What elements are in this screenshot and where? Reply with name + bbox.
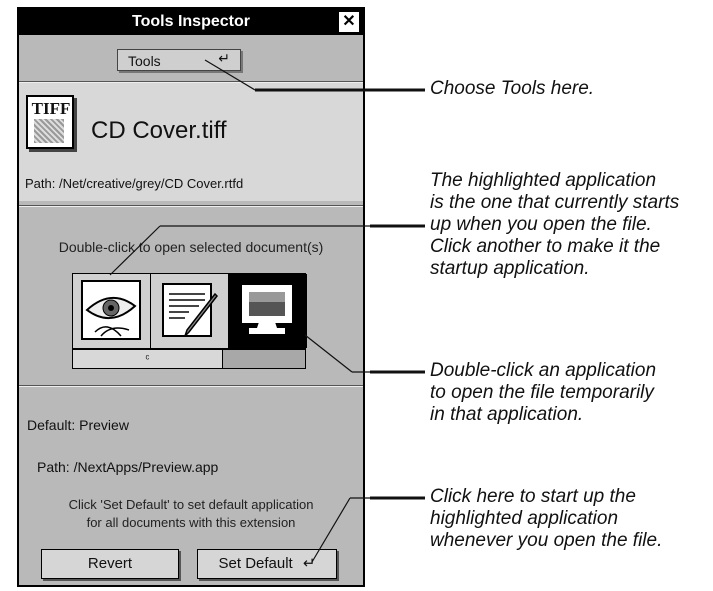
close-icon[interactable]: ✕: [339, 12, 359, 32]
annotation-line: Click another to make it the: [430, 236, 661, 257]
monitor-icon: [242, 285, 292, 334]
annotation-line: is the one that currently starts: [430, 192, 680, 213]
tiff-icon-label: TIFF: [31, 99, 71, 118]
file-info: TIFF CD Cover.tiff Path: /Net/creative/g…: [19, 83, 363, 201]
inspector-mode-popup[interactable]: Tools ↵: [117, 49, 241, 71]
annotation-highlighted-app: The highlighted application is the one t…: [430, 170, 679, 280]
annotation-double-click: Double-click an application to open the …: [430, 360, 656, 426]
tools-inspector-panel: Tools Inspector ✕ Tools ↵ TIFF CD Cover.…: [17, 7, 365, 587]
annotation-click-here: Click here to start up the highlighted a…: [430, 486, 662, 552]
revert-button[interactable]: Revert: [41, 549, 179, 579]
annotation-line: whenever you open the file.: [430, 530, 663, 551]
annotation-line: in that application.: [430, 404, 584, 425]
annotation-line: The highlighted application: [430, 170, 657, 191]
default-app-label: Default: Preview: [27, 417, 129, 433]
return-key-icon: ↵: [302, 555, 316, 572]
edit-document-icon: [162, 283, 218, 337]
app-edit[interactable]: [151, 274, 229, 348]
annotation-line: Click here to start up the: [430, 486, 636, 507]
open-instruction: Double-click to open selected document(s…: [58, 239, 324, 255]
set-default-button[interactable]: Set Default ↵: [197, 549, 337, 579]
annotation-line: Double-click an application: [430, 360, 657, 381]
popup-label: Tools: [128, 53, 161, 69]
popup-arrow-icon: ↵: [218, 50, 230, 66]
help-line-1: Click 'Set Default' to set default appli…: [68, 497, 314, 512]
app-preview[interactable]: [73, 274, 151, 348]
set-default-label: Set Default: [218, 555, 293, 572]
app-list-scrollbar[interactable]: ᶜ: [72, 349, 306, 369]
file-path: Path: /Net/creative/grey/CD Cover.rtfd: [25, 176, 244, 191]
set-default-help: Click 'Set Default' to set default appli…: [19, 496, 363, 532]
default-app-path: Path: /NextApps/Preview.app: [37, 459, 219, 475]
app-monitor-selected[interactable]: [229, 274, 307, 348]
divider: [19, 205, 363, 207]
tiff-file-icon: TIFF: [26, 95, 74, 149]
annotation-line: to open the file temporarily: [430, 382, 654, 403]
preview-eye-icon: [81, 280, 141, 340]
scroll-knob[interactable]: ᶜ: [73, 350, 223, 368]
annotation-line: highlighted application: [430, 508, 619, 529]
annotation-line: up when you open the file.: [430, 214, 652, 235]
title-bar[interactable]: Tools Inspector ✕: [19, 9, 363, 35]
annotation-line: startup application.: [430, 258, 590, 279]
annotation-line: Choose Tools here.: [430, 78, 595, 99]
divider: [19, 385, 363, 387]
tiff-thumbnail: [34, 119, 64, 143]
help-line-2: for all documents with this extension: [86, 515, 296, 530]
annotation-choose-tools: Choose Tools here.: [430, 78, 594, 100]
application-list: [72, 273, 307, 349]
window-title: Tools Inspector: [132, 13, 250, 30]
file-name: CD Cover.tiff: [91, 117, 227, 144]
